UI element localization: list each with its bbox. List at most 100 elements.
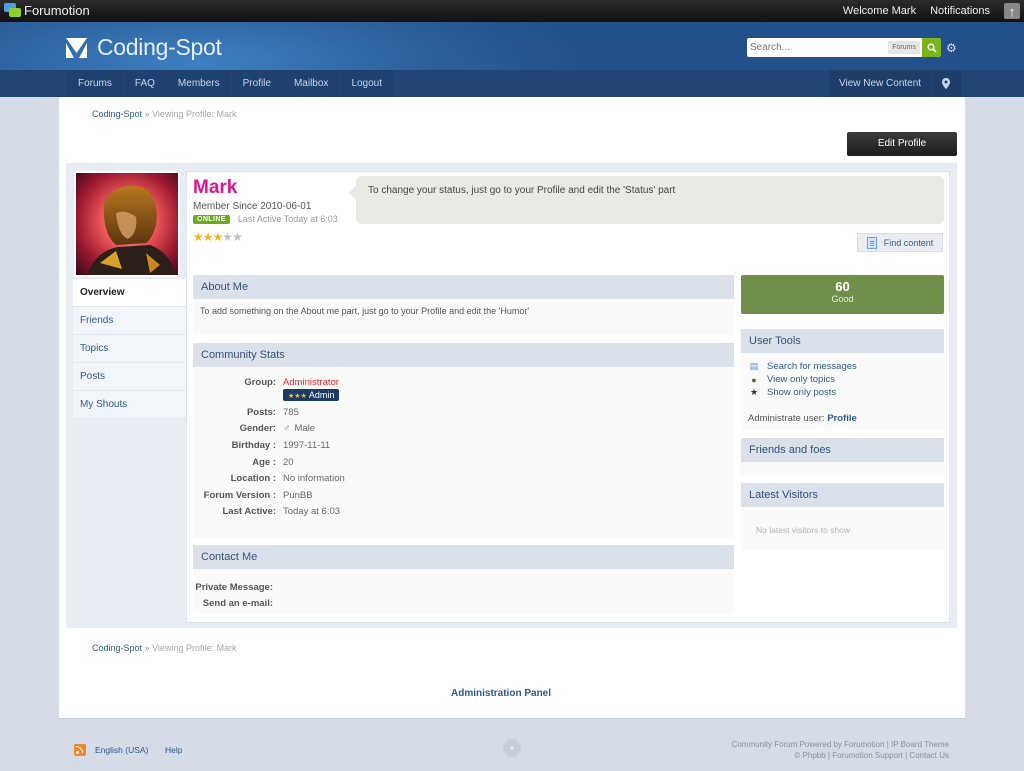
search-messages-link[interactable]: Search for messages <box>767 361 857 372</box>
profile-panel: Overview Friends Topics Posts My Shouts … <box>66 163 957 628</box>
gear-icon[interactable]: ⚙ <box>946 41 957 55</box>
footer: English (USA) Help ▲ Community Forum Pow… <box>0 728 1024 771</box>
contact-section: Contact Me Private Message: Send an e-ma… <box>193 545 734 613</box>
breadcrumb: Coding-Spot » Viewing Profile: Mark <box>92 109 236 119</box>
star-filled-icon: ★ <box>202 230 214 244</box>
stat-value-forum-version: PunBB <box>283 489 313 501</box>
language-selector[interactable]: English (USA) <box>95 745 148 755</box>
map-pin-icon[interactable] <box>932 70 962 97</box>
nav-profile[interactable]: Profile <box>231 70 282 97</box>
profile-main: Mark Member Since 2010-06-01 ONLINE Last… <box>186 171 950 623</box>
star-filled-icon: ★ <box>212 230 224 244</box>
tab-posts[interactable]: Posts <box>73 363 186 391</box>
about-me-title: About Me <box>193 275 734 299</box>
member-since: Member Since 2010-06-01 <box>193 201 312 212</box>
breadcrumb-home-link[interactable]: Coding-Spot <box>92 109 142 119</box>
star-filled-icon: ★ <box>193 230 204 244</box>
site-header: Coding-Spot Forums ⚙ <box>0 22 1024 70</box>
forumotion-chat-icon <box>4 3 21 18</box>
about-me-section: About Me To add something on the About m… <box>193 275 734 335</box>
forumotion-logo[interactable]: Forumotion <box>4 3 90 18</box>
send-email-label: Send an e-mail: <box>202 597 273 609</box>
document-icon: ▤ <box>749 361 759 371</box>
community-stats-title: Community Stats <box>193 343 734 367</box>
breadcrumb-separator: » <box>144 643 150 653</box>
show-posts-link[interactable]: Show only posts <box>767 387 836 398</box>
reputation-value: 60 <box>835 279 850 294</box>
edit-profile-button[interactable]: Edit Profile <box>847 132 957 156</box>
avatar <box>74 171 180 277</box>
site-name: Coding-Spot <box>97 34 222 60</box>
nav-mailbox[interactable]: Mailbox <box>282 70 340 97</box>
stat-value-last-active: Today at 6:03 <box>283 506 341 518</box>
breadcrumb-bottom: Coding-Spot » Viewing Profile: Mark <box>92 643 236 653</box>
scroll-to-top-icon[interactable]: ▲ <box>503 739 521 757</box>
no-visitors-text: No latest visitors to show <box>756 525 851 535</box>
stat-label-location: Location : <box>230 473 276 485</box>
page-content: Coding-Spot » Viewing Profile: Mark Edit… <box>59 97 965 719</box>
tab-my-shouts[interactable]: My Shouts <box>73 391 186 419</box>
online-status-badge: ONLINE <box>193 214 230 224</box>
breadcrumb-home-link[interactable]: Coding-Spot <box>92 643 142 653</box>
document-icon <box>866 236 877 249</box>
copyright-line-1: Community Forum Powered by Forumotion | … <box>731 740 949 749</box>
male-icon: ♂ <box>283 423 291 435</box>
nav-faq[interactable]: FAQ <box>123 70 166 97</box>
stat-value-birthday: 1997-11-11 <box>283 439 331 451</box>
breadcrumb-current: Viewing Profile: Mark <box>152 109 237 119</box>
administrate-label: Administrate user: <box>748 413 825 424</box>
user-tools-section: User Tools ▤ Search for messages ● View on… <box>741 329 944 430</box>
stat-label-age: Age : <box>252 456 276 468</box>
chat-bubble-icon: ● <box>751 374 757 385</box>
star-icon: ★ <box>749 387 759 397</box>
tab-topics[interactable]: Topics <box>73 335 186 363</box>
about-me-text: To add something on the About me part, j… <box>200 306 530 316</box>
stat-value-gender: Male <box>294 423 316 435</box>
reputation-box: 60 Good <box>741 275 944 314</box>
breadcrumb-current: Viewing Profile: Mark <box>152 643 237 653</box>
latest-visitors-section: Latest Visitors No latest visitors to sh… <box>741 483 944 550</box>
search-bar: Forums ⚙ <box>747 38 957 57</box>
stat-label-posts: Posts: <box>246 406 276 418</box>
friends-foes-title: Friends and foes <box>741 438 944 462</box>
stat-label-birthday: Birthday : <box>231 439 276 451</box>
user-rating[interactable]: ★★★★★ <box>193 230 243 244</box>
search-scope-selector[interactable]: Forums <box>888 41 920 54</box>
nav-forums[interactable]: Forums <box>67 70 123 97</box>
administration-panel-link[interactable]: Administration Panel <box>451 688 551 699</box>
latest-visitors-title: Latest Visitors <box>741 483 944 507</box>
find-content-button[interactable]: Find content <box>857 233 943 252</box>
group-link[interactable]: Administrator <box>283 377 339 388</box>
view-topics-link[interactable]: View only topics <box>767 374 835 385</box>
star-empty-icon: ★ <box>232 230 243 244</box>
welcome-user-link[interactable]: Welcome Mark <box>843 5 916 17</box>
nav-logout[interactable]: Logout <box>340 70 394 97</box>
copyright-line-2: © Phpbb | Forumotion Support | Contact U… <box>794 751 949 760</box>
stat-label-last-active: Last Active: <box>222 506 277 518</box>
contact-title: Contact Me <box>193 545 734 569</box>
stat-label-forum-version: Forum Version : <box>203 489 276 501</box>
administrate-profile-link[interactable]: Profile <box>827 413 857 424</box>
status-message: To change your status, just go to your P… <box>349 176 944 224</box>
notifications-link[interactable]: Notifications <box>930 5 990 17</box>
search-icon <box>926 42 937 53</box>
copyright: Community Forum Powered by Forumotion | … <box>732 739 949 761</box>
arrow-up-icon[interactable]: ↑ <box>1004 3 1020 19</box>
help-link[interactable]: Help <box>165 745 182 755</box>
tab-overview[interactable]: Overview <box>73 279 186 307</box>
rss-icon[interactable] <box>74 744 86 756</box>
tab-friends[interactable]: Friends <box>73 307 186 335</box>
stat-value-posts: 785 <box>283 406 299 418</box>
forumotion-brand: Forumotion <box>24 3 90 18</box>
search-input[interactable] <box>750 42 880 53</box>
site-logo[interactable]: Coding-Spot <box>66 34 222 61</box>
view-new-content-link[interactable]: View New Content <box>829 70 932 97</box>
nav-members[interactable]: Members <box>166 70 231 97</box>
community-stats-section: Community Stats Group: Administrator ★★★… <box>193 343 734 538</box>
search-button[interactable] <box>922 38 941 57</box>
rank-badge: ★★★ Admin <box>283 389 340 401</box>
stat-value-location: No information <box>283 473 345 485</box>
stat-value-age: 20 <box>283 456 294 468</box>
breadcrumb-separator: » <box>144 109 150 119</box>
forumotion-toolbar: Forumotion Welcome Mark Notifications ↑ <box>0 0 1024 22</box>
